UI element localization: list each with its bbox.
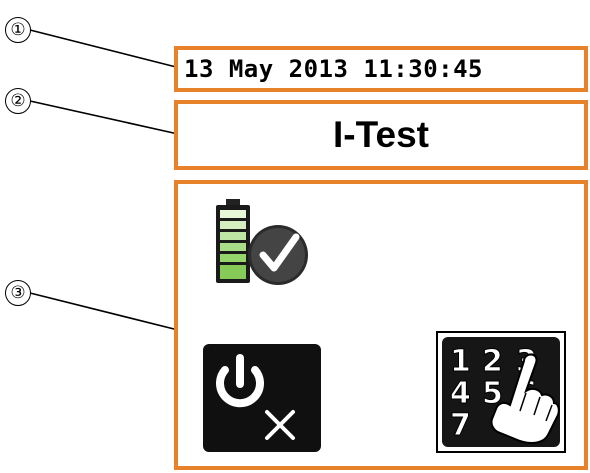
main-area: 1 2 3 4 5 6 7	[174, 180, 588, 470]
callout-3: ③	[5, 280, 31, 306]
power-off-icon[interactable]	[203, 344, 321, 452]
status-bar: 13 May 2013 11:30:45	[174, 46, 588, 92]
leader-line-1	[29, 29, 181, 69]
leader-line-3	[29, 292, 179, 331]
keypad-digit: 1	[450, 344, 471, 379]
keypad-digit: 7	[450, 408, 471, 443]
datetime-readout: 13 May 2013 11:30:45	[184, 55, 483, 83]
keypad-touch-icon[interactable]: 1 2 3 4 5 6 7	[436, 331, 566, 453]
page-title: I-Test	[333, 114, 429, 155]
leader-line-2	[29, 100, 179, 135]
keypad-digit: 4	[450, 376, 471, 411]
title-bar: I-Test	[174, 100, 588, 170]
battery-ok-icon[interactable]	[214, 197, 314, 285]
callout-1: ①	[5, 17, 31, 43]
callout-2: ②	[5, 88, 31, 114]
keypad-digit: 2	[482, 344, 503, 379]
